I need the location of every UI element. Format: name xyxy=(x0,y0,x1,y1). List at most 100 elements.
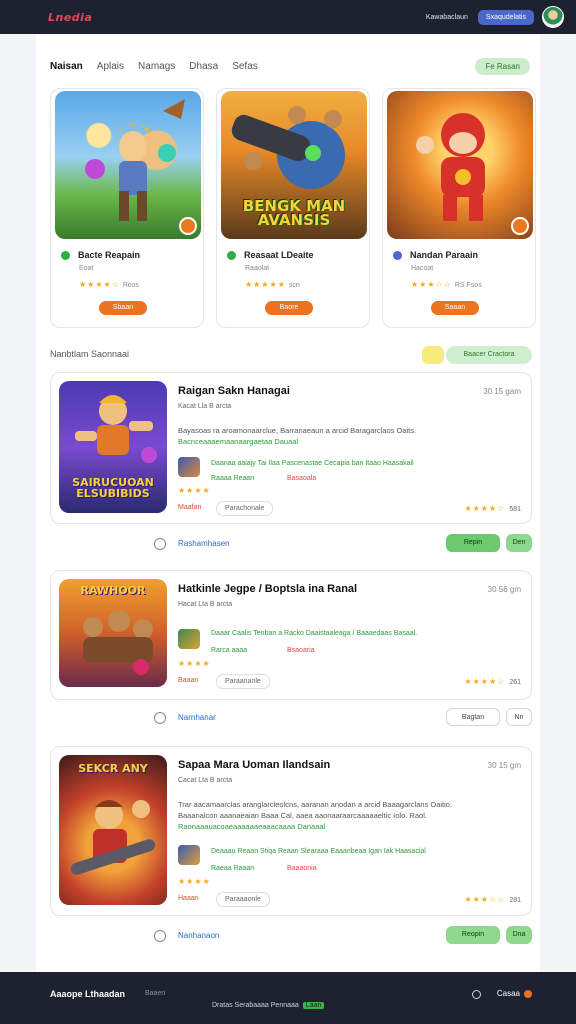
game-chip[interactable]: Paraaaonle xyxy=(216,892,270,907)
related-tag: Baaaonia xyxy=(287,865,317,872)
game-title[interactable]: Hatkinle Jegpe / Boptsla ina Ranal xyxy=(178,583,357,595)
status-dot-icon xyxy=(227,250,236,260)
filter-toggle[interactable] xyxy=(422,346,444,364)
related-info: Deaaau Reaan Stiqa Reaan Slearaaa Eaaanb… xyxy=(211,848,426,855)
game-time: 30 15 gam xyxy=(483,387,521,396)
game-thumbnail[interactable]: SEKCR ANY xyxy=(59,755,167,905)
card-subtitle: Raaolat xyxy=(245,265,270,272)
card-subtitle: Hacoat xyxy=(411,265,434,272)
related-sub: Raeaa Raaan xyxy=(211,865,255,872)
game-actions: Narnhanar Bagtan Nn xyxy=(50,708,532,728)
game-rating: ★★★☆☆ 281 xyxy=(464,895,521,904)
game-thumbnail[interactable]: SAIRUCUOAN ELSUBIBIDS xyxy=(59,381,167,513)
game-stars: ★★★★ xyxy=(178,659,211,668)
info-icon[interactable] xyxy=(154,712,166,724)
card-play-button[interactable]: Sbaan xyxy=(99,301,147,315)
game-chip[interactable]: Parachonale xyxy=(216,501,274,516)
game-listing[interactable]: RAWHOOR Hatkinle Jegpe / Boptsla ina Ran… xyxy=(50,570,532,700)
tab-2[interactable]: Namags xyxy=(138,61,175,72)
nav-cta-button[interactable]: Fe Rasan xyxy=(475,58,530,75)
game-title[interactable]: Raigan Sakn Hanagai xyxy=(178,385,290,397)
game-listing[interactable]: SAIRUCUOAN ELSUBIBIDS Raigan Sakn Hanaga… xyxy=(50,372,532,524)
footer-brand[interactable]: Aaaope Lthaadan xyxy=(50,989,125,999)
game-tag: Maafan xyxy=(178,504,202,511)
game-time: 30 15 gm xyxy=(487,761,521,770)
secondary-action-button[interactable]: Dna xyxy=(506,926,532,944)
card-play-button[interactable]: Baore xyxy=(265,301,313,315)
featured-games: Bacte Reapain Eoat ★★★★☆ Rcos Sbaan BENGK… xyxy=(50,88,536,332)
footer-text: Dratas Serabaaaa Pennaaa Laan xyxy=(212,1002,325,1009)
secondary-action-button[interactable]: Nn xyxy=(506,708,532,726)
card-title: Bacte Reapain xyxy=(78,250,141,260)
game-stars: ★★★★ xyxy=(178,486,211,495)
header-link[interactable]: Kawabaclaun xyxy=(426,14,468,21)
game-link[interactable]: Rashamhasen xyxy=(178,539,230,548)
hero-illustration xyxy=(416,113,485,221)
featured-card[interactable]: Nandan Paraain Hacoat ★★★☆☆ RS Fsos Saaan xyxy=(382,88,536,328)
status-dot-icon xyxy=(393,250,402,260)
status-dot-icon xyxy=(524,989,532,998)
hero-illustration xyxy=(85,99,185,221)
play-icon[interactable] xyxy=(511,217,529,235)
top-bar: Lnedia Kawabaclaun Sxaqudelatis xyxy=(0,0,576,34)
avatar[interactable] xyxy=(542,6,564,28)
game-art xyxy=(55,91,201,239)
game-subtitle: Kacat Lla B arcta xyxy=(178,403,232,410)
game-listing[interactable]: SEKCR ANY Sapaa Mara Uoman Ilandsain 30 … xyxy=(50,746,532,916)
game-link[interactable]: Narnhanar xyxy=(178,713,216,722)
game-description: Trar aacamaarclas aranglarcleolcns, aara… xyxy=(178,800,453,831)
main-content: Naisan Aplais Namags Dhasa Sefas Fe Rasa… xyxy=(36,34,540,972)
logo[interactable]: Lnedia xyxy=(48,11,92,24)
thumbnail-title: RAWHOOR xyxy=(80,584,146,597)
globe-icon[interactable] xyxy=(472,990,481,999)
game-art: BENGK MAN AVANSIS xyxy=(221,91,367,239)
game-tag: Baaan xyxy=(178,677,199,684)
game-description: Bayasoas ra aroamonaarclue, Barranaeaun … xyxy=(178,426,417,446)
related-sub: Raaaa Reaan xyxy=(211,475,255,482)
game-subtitle: Hacat Lta B arcta xyxy=(178,601,233,608)
game-link[interactable]: Nanhanaon xyxy=(178,931,219,940)
game-chip[interactable]: Paraananle xyxy=(216,674,270,689)
game-stars: ★★★★ xyxy=(178,877,211,886)
primary-action-button[interactable]: Reopin xyxy=(446,926,500,944)
primary-action-button[interactable]: Bagtan xyxy=(446,708,500,726)
footer-link[interactable]: Baaen xyxy=(145,990,165,997)
card-rating: ★★★☆☆ RS Fsos xyxy=(411,280,482,289)
header-button[interactable]: Sxaqudelatis xyxy=(477,9,534,25)
related-tag: Bsaoaria xyxy=(287,647,315,654)
mini-thumbnail[interactable] xyxy=(178,457,200,477)
featured-card[interactable]: Bacte Reapain Eoat ★★★★☆ Rcos Sbaan xyxy=(50,88,204,328)
tab-3[interactable]: Dhasa xyxy=(189,61,218,72)
section-filter-button[interactable]: Baacer Cractora xyxy=(446,346,532,364)
mini-thumbnail[interactable] xyxy=(178,629,200,649)
card-play-button[interactable]: Saaan xyxy=(431,301,479,315)
game-subtitle: Cacat Lta B arcta xyxy=(178,777,233,784)
tab-4[interactable]: Sefas xyxy=(232,61,258,72)
game-actions: Nanhanaon Reopin Dna xyxy=(50,926,532,946)
thumbnail-title: SEKCR ANY xyxy=(78,762,148,775)
tab-1[interactable]: Aplais xyxy=(97,61,124,72)
game-rating: ★★★★☆ 581 xyxy=(464,504,521,513)
play-icon[interactable] xyxy=(179,217,197,235)
card-title: Nandan Paraain xyxy=(410,250,479,260)
game-thumbnail[interactable]: RAWHOOR xyxy=(59,579,167,687)
game-time: 30 56 gm xyxy=(487,585,521,594)
card-rating: ★★★★☆ Rcos xyxy=(79,280,139,289)
info-icon[interactable] xyxy=(154,538,166,550)
secondary-action-button[interactable]: Den xyxy=(506,534,532,552)
category-nav: Naisan Aplais Namags Dhasa Sefas Fe Rasa… xyxy=(50,58,530,75)
game-tag: Haaan xyxy=(178,895,199,902)
related-info: Daaar Caalis Tenban a Racko Daaistaaleag… xyxy=(211,630,418,637)
mini-thumbnail[interactable] xyxy=(178,845,200,865)
primary-action-button[interactable]: Repin xyxy=(446,534,500,552)
section-title: Nanbtlam Saonnaai xyxy=(50,349,130,359)
game-actions: Rashamhasen Repin Den xyxy=(50,534,532,554)
game-art-title: BENGK MAN AVANSIS xyxy=(242,197,346,229)
thumbnail-title: SAIRUCUOAN ELSUBIBIDS xyxy=(72,476,154,500)
card-title: Reasaat LDeaite xyxy=(244,250,314,260)
tab-0[interactable]: Naisan xyxy=(50,61,83,72)
featured-card[interactable]: BENGK MAN AVANSIS Reasaat LDeaite Raaola… xyxy=(216,88,370,328)
game-title[interactable]: Sapaa Mara Uoman Ilandsain xyxy=(178,759,330,771)
info-icon[interactable] xyxy=(154,930,166,942)
footer-right-link[interactable]: Casaa xyxy=(497,989,532,998)
